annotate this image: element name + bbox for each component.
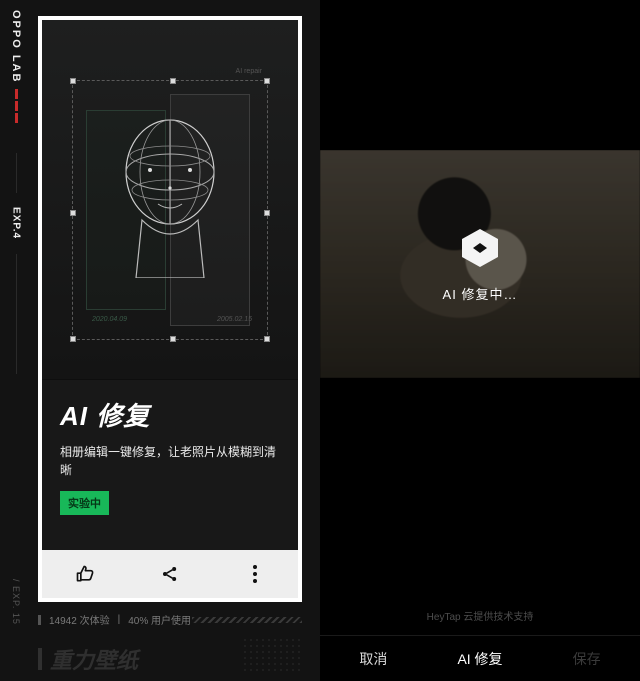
loading-overlay: AI 修复中…: [320, 150, 640, 378]
feature-title: AI 修复: [60, 396, 280, 433]
brand-accent-icon: [15, 89, 18, 123]
thumbs-up-icon: [75, 564, 95, 584]
stats-usage: 40% 用户使用: [128, 612, 191, 627]
feature-description: 相册编辑一键修复，让老照片从模糊到清晰: [60, 443, 280, 479]
experiment-side-label: / EXP. 15: [11, 579, 21, 625]
bottom-bar: 取消 AI 修复 保存: [320, 635, 640, 681]
illustration-date-left: 2020.04.09: [92, 316, 127, 323]
lab-feature-panel: OPPO LAB EXP.4 / EXP. 15 AI repair: [0, 0, 320, 681]
dot-grid-decoration-icon: [242, 637, 302, 671]
more-vertical-icon: [253, 565, 257, 583]
wireframe-head-icon: [112, 108, 228, 278]
illustration-caption: AI repair: [236, 68, 262, 75]
illustration-date-right: 2005.02.15: [217, 316, 252, 323]
ai-repair-button[interactable]: AI 修复: [427, 649, 534, 669]
status-badge: 实验中: [60, 491, 109, 515]
feature-illustration: AI repair: [42, 20, 298, 380]
photo-preview: AI 修复中…: [320, 150, 640, 378]
stats-separator: |: [118, 614, 121, 625]
save-button[interactable]: 保存: [533, 649, 640, 669]
stats-trials: 14942 次体验: [49, 612, 110, 627]
feature-card[interactable]: AI repair: [38, 16, 302, 602]
feature-stats: 14942 次体验 | 40% 用户使用: [38, 612, 191, 627]
like-button[interactable]: [42, 550, 127, 598]
ai-repair-screen: AI 修复中… HeyTap 云提供技术支持 取消 AI 修复 保存: [320, 0, 640, 681]
loading-text: AI 修复中…: [443, 284, 518, 303]
experiment-tag: EXP.4: [11, 207, 22, 239]
hatch-decoration-icon: [192, 617, 302, 623]
card-action-bar: [42, 550, 298, 598]
provider-label: HeyTap 云提供技术支持: [320, 608, 640, 623]
share-icon: [160, 564, 180, 584]
share-button[interactable]: [127, 550, 212, 598]
loading-hexagon-icon: [458, 226, 502, 270]
brand-label: OPPO LAB: [10, 10, 22, 83]
cancel-button[interactable]: 取消: [320, 649, 427, 669]
more-button[interactable]: [213, 550, 298, 598]
next-feature-title: 重力壁纸: [50, 643, 138, 675]
